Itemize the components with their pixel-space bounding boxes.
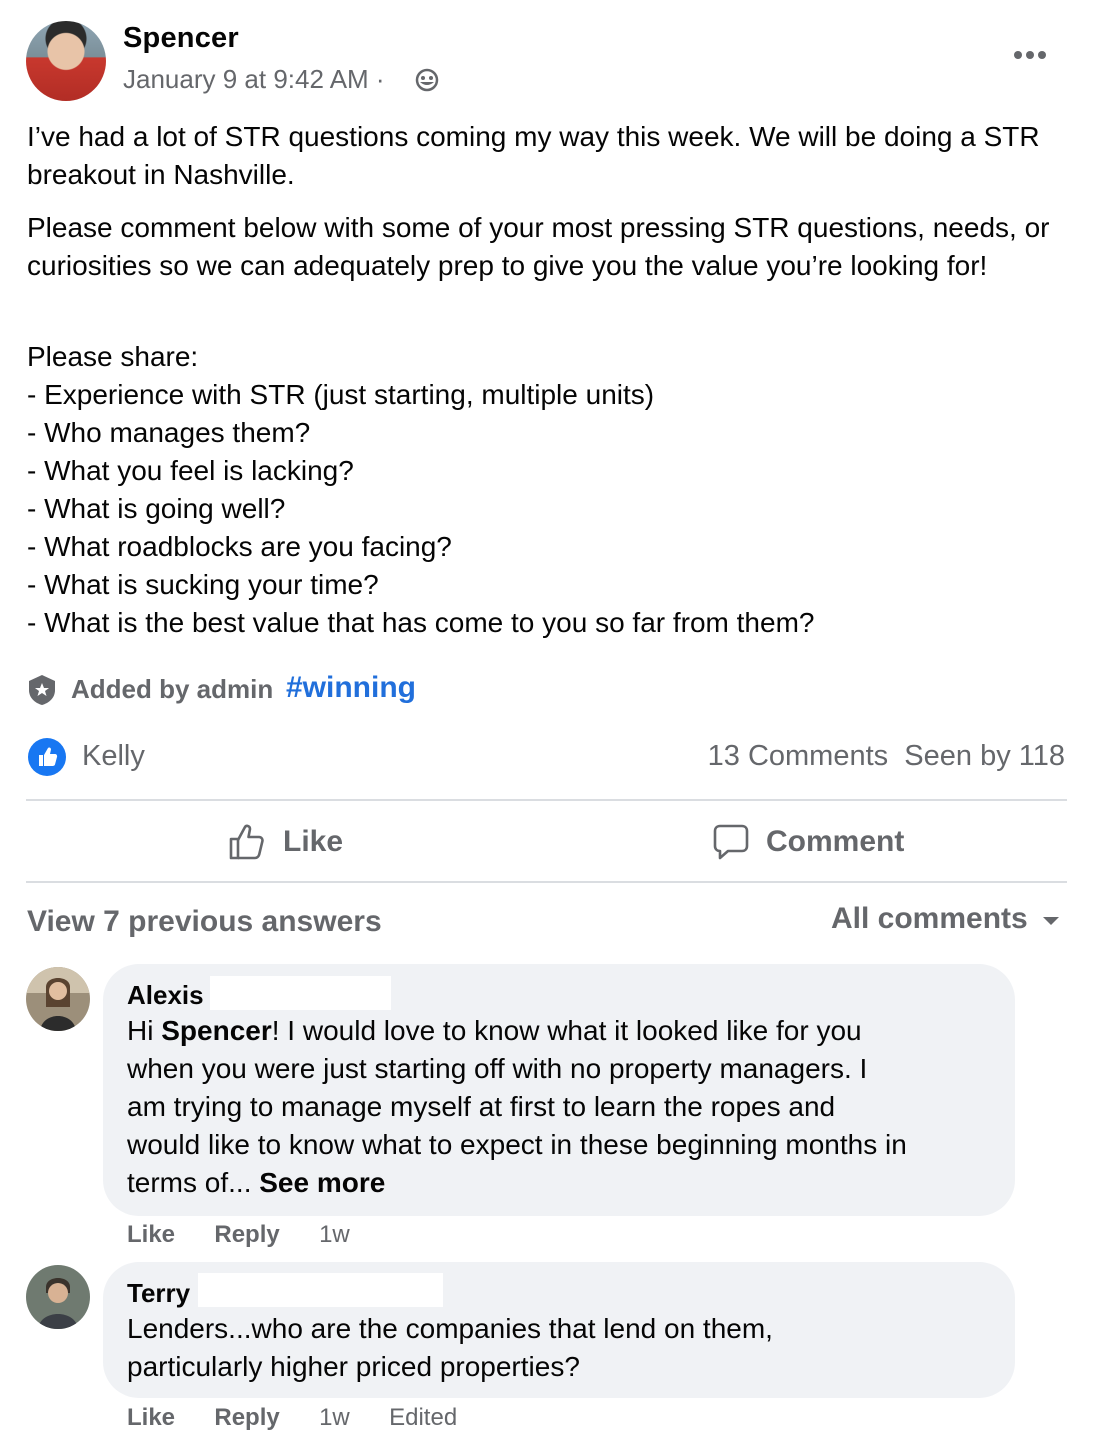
post-share-list: Please share: - Experience with STR (jus… [27,338,1072,642]
comment-meta: Like Reply 1w [127,1221,350,1249]
comment-line: when you were just starting off with no … [127,1053,868,1084]
comment-text: Lenders...who are the companies that len… [127,1310,1007,1386]
view-previous-answers-link[interactable]: View 7 previous answers [27,905,382,939]
comment-filter-dropdown[interactable]: All comments [831,902,1028,936]
comment-text: Hi Spencer! I would love to know what it… [127,1012,1007,1202]
see-more-link[interactable]: See more [259,1167,385,1198]
post-timestamp[interactable]: January 9 at 9:42 AM · [123,64,385,95]
redacted-surname [198,1273,443,1307]
share-item: - Experience with STR (just starting, mu… [27,379,655,410]
redacted-surname [248,30,360,54]
share-item: - What is sucking your time? [27,569,379,600]
divider [26,881,1067,883]
divider [26,799,1067,801]
admin-shield-icon [29,675,55,705]
comment-greeting: Hi [127,1015,162,1046]
comment-line: particularly higher priced properties? [127,1351,580,1382]
comments-count[interactable]: 13 Comments [708,740,889,772]
share-item: - What is the best value that has come t… [27,607,815,638]
post-paragraph-2: Please comment below with some of your m… [27,212,1050,281]
more-options-icon[interactable] [1012,44,1048,66]
like-label: Like [283,825,344,858]
comment-line: am trying to manage myself at first to l… [127,1091,836,1122]
like-reaction-icon[interactable] [28,738,66,776]
commenter-avatar[interactable] [26,1265,90,1329]
comment-line: would like to know what to expect in the… [127,1129,907,1160]
comment-author-name[interactable]: Alexis [127,980,204,1011]
thumbs-up-icon [229,824,264,860]
comment-line: terms of... [127,1167,260,1198]
share-heading: Please share: [27,341,199,372]
redacted-surname [210,976,391,1010]
share-item: - What is going well? [27,493,286,524]
comment-line: Lenders...who are the companies that len… [127,1313,773,1344]
comment-meta: Like Reply 1w Edited [127,1404,457,1432]
share-item: - Who manages them? [27,417,311,448]
author-avatar[interactable] [26,21,106,101]
post-stats: 13 Comments Seen by 118 [708,740,1065,773]
globe-icon [415,68,439,92]
commenter-avatar[interactable] [26,967,90,1031]
comment-time[interactable]: 1w [319,1221,350,1248]
comment-button[interactable]: Comment [712,818,904,866]
reactor-name[interactable]: Kelly [82,740,145,773]
comment-label: Comment [766,825,905,858]
like-button[interactable]: Like [227,818,343,866]
share-item: - What you feel is lacking? [27,455,354,486]
post-paragraph-1: I’ve had a lot of STR questions coming m… [27,121,1040,190]
comment-line: ! I would love to know what it looked li… [271,1015,862,1046]
admin-label: Added by admin [71,674,274,704]
comment-bubble-icon [713,824,749,860]
share-item: - What roadblocks are you facing? [27,531,452,562]
mentioned-name[interactable]: Spencer [161,1015,272,1046]
caret-down-icon[interactable] [1041,915,1061,927]
seen-by-count[interactable]: Seen by 118 [904,740,1065,772]
comment-reply-button[interactable]: Reply [214,1221,279,1248]
comment-like-button[interactable]: Like [127,1221,175,1248]
comment-author-name[interactable]: Terry [127,1278,190,1309]
hashtag-link[interactable]: #winning [286,671,416,705]
post-author-name[interactable]: Spencer [123,22,239,55]
